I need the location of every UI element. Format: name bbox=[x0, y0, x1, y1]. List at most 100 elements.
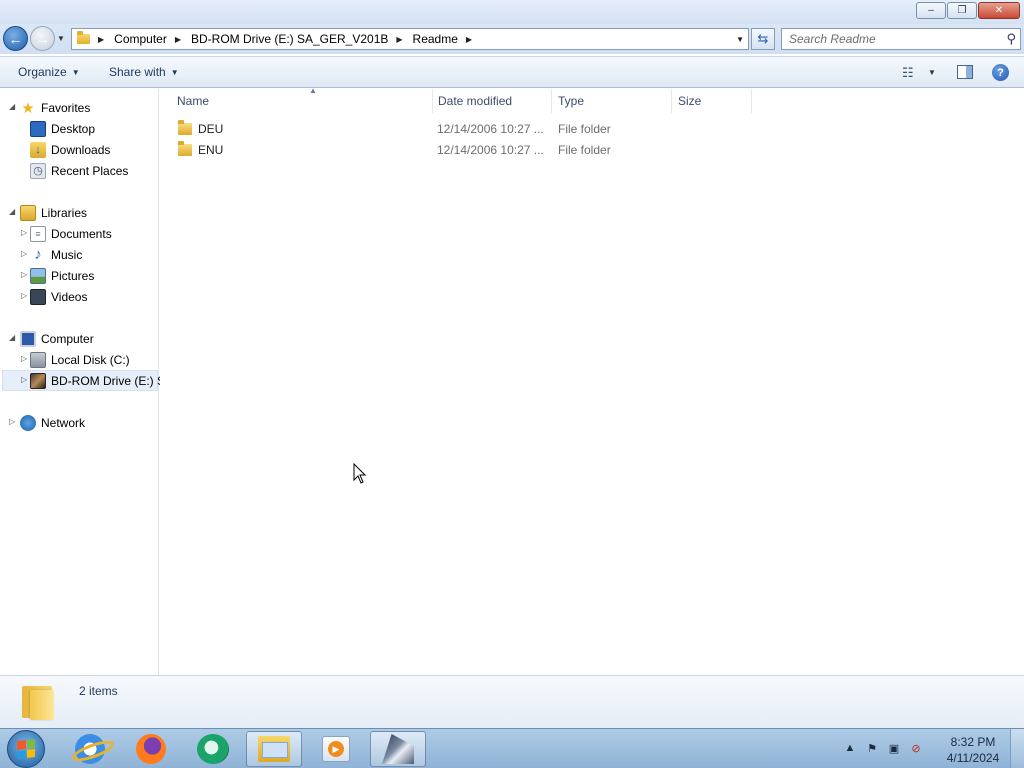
file-row-deu[interactable]: DEU 12/14/2006 10:27 ... File folder bbox=[172, 119, 752, 140]
column-header-date-modified[interactable]: Date modified bbox=[432, 89, 552, 113]
nav-item-recent-places[interactable]: ◷ Recent Places bbox=[30, 160, 128, 181]
breadcrumb-separator[interactable]: ▶ bbox=[462, 35, 478, 44]
running-app-icon bbox=[382, 734, 414, 764]
network-status-icon[interactable]: ▣ bbox=[887, 741, 901, 755]
videos-icon bbox=[30, 288, 46, 305]
breadcrumb-readme[interactable]: Readme bbox=[409, 29, 462, 49]
column-header-type[interactable]: Type bbox=[552, 89, 672, 113]
taskbar-internet-explorer[interactable] bbox=[62, 731, 118, 767]
show-hidden-icons-icon[interactable]: ▲ bbox=[843, 741, 857, 755]
desktop-icon bbox=[30, 120, 46, 137]
file-date-modified: 12/14/2006 10:27 ... bbox=[437, 143, 544, 157]
nav-item-downloads[interactable]: ↓ Downloads bbox=[30, 139, 110, 160]
expand-arrow-icon[interactable]: ▷ bbox=[21, 270, 27, 279]
volume-muted-icon[interactable]: ⊘ bbox=[909, 741, 923, 755]
nav-item-pictures[interactable]: Pictures bbox=[30, 265, 94, 286]
show-desktop-button[interactable] bbox=[1010, 729, 1024, 768]
file-name: DEU bbox=[198, 122, 224, 136]
column-header-name[interactable]: ▲ Name bbox=[171, 86, 433, 113]
view-options-dropdown[interactable]: ▼ bbox=[928, 68, 936, 77]
nav-item-desktop[interactable]: Desktop bbox=[30, 118, 95, 139]
chevron-down-icon: ▼ bbox=[170, 67, 179, 77]
back-arrow-icon: ← bbox=[8, 30, 23, 47]
expand-arrow-icon[interactable]: ▷ bbox=[21, 354, 27, 363]
minimize-button[interactable]: ‒ bbox=[916, 2, 946, 19]
expand-arrow-icon[interactable]: ▷ bbox=[21, 249, 27, 258]
preview-pane-icon[interactable] bbox=[957, 65, 973, 79]
action-center-flag-icon[interactable]: ⚑ bbox=[865, 741, 879, 755]
search-input[interactable] bbox=[782, 29, 992, 49]
recent-pages-dropdown[interactable]: ▼ bbox=[57, 34, 65, 43]
clock-date: 4/11/2024 bbox=[946, 751, 1000, 765]
collapse-arrow-icon[interactable]: ◢ bbox=[9, 207, 15, 216]
pictures-icon bbox=[30, 267, 46, 284]
taskbar-green-app[interactable] bbox=[185, 731, 241, 767]
sort-ascending-icon: ▲ bbox=[309, 86, 317, 95]
nav-network[interactable]: Network bbox=[20, 412, 85, 433]
expand-arrow-icon[interactable]: ▷ bbox=[9, 417, 15, 426]
nav-item-local-disk[interactable]: Local Disk (C:) bbox=[30, 349, 130, 370]
nav-item-documents[interactable]: ≡ Documents bbox=[30, 223, 112, 244]
file-name: ENU bbox=[198, 143, 224, 157]
breadcrumb-separator[interactable]: ▶ bbox=[94, 35, 110, 44]
music-icon: ♪ bbox=[34, 246, 42, 263]
search-box[interactable]: ⚲ bbox=[781, 28, 1021, 50]
nav-item-music[interactable]: ♪ Music bbox=[30, 244, 82, 265]
start-button[interactable] bbox=[7, 730, 45, 768]
breadcrumb-computer[interactable]: Computer bbox=[110, 29, 171, 49]
breadcrumb-bd-rom-drive[interactable]: BD-ROM Drive (E:) SA_GER_V201B bbox=[187, 29, 392, 49]
restore-icon: ❐ bbox=[957, 5, 967, 16]
taskbar-clock[interactable]: 8:32 PM 4/11/2024 bbox=[938, 734, 1008, 766]
firefox-icon bbox=[136, 734, 166, 764]
taskbar: ▶ ▲ ⚑ ▣ ⊘ 8:32 PM 4/11/2024 bbox=[0, 728, 1024, 768]
collapse-arrow-icon[interactable]: ◢ bbox=[9, 333, 15, 342]
nav-item-label: Local Disk (C:) bbox=[51, 352, 130, 367]
nav-item-label: Documents bbox=[51, 226, 112, 241]
clock-time: 8:32 PM bbox=[950, 735, 996, 749]
address-history-dropdown[interactable]: ▼ bbox=[736, 35, 744, 44]
taskbar-media-player[interactable]: ▶ bbox=[308, 731, 364, 767]
expand-arrow-icon[interactable]: ▷ bbox=[21, 228, 27, 237]
back-button[interactable]: ← bbox=[3, 26, 28, 51]
computer-icon bbox=[20, 330, 36, 347]
file-date-modified: 12/14/2006 10:27 ... bbox=[437, 122, 544, 136]
close-button[interactable]: ✕ bbox=[978, 2, 1020, 19]
maximize-button[interactable]: ❐ bbox=[947, 2, 977, 19]
taskbar-windows-explorer[interactable] bbox=[246, 731, 302, 767]
breadcrumb-separator[interactable]: ▶ bbox=[171, 35, 187, 44]
address-folder-icon bbox=[72, 29, 94, 49]
address-bar[interactable]: ▶ Computer ▶ BD-ROM Drive (E:) SA_GER_V2… bbox=[71, 28, 749, 50]
taskbar-running-app[interactable] bbox=[370, 731, 426, 767]
nav-item-label: Recent Places bbox=[51, 163, 129, 178]
nav-computer[interactable]: Computer bbox=[20, 328, 94, 349]
share-with-button[interactable]: Share with ▼ bbox=[109, 65, 179, 79]
nav-item-videos[interactable]: Videos bbox=[30, 286, 87, 307]
nav-item-label: Pictures bbox=[51, 268, 95, 283]
organize-button[interactable]: Organize ▼ bbox=[18, 65, 80, 79]
nav-favorites-label: Favorites bbox=[41, 100, 91, 115]
windows-explorer-icon bbox=[258, 736, 290, 762]
search-icon[interactable]: ⚲ bbox=[1006, 31, 1016, 47]
expand-arrow-icon[interactable]: ▷ bbox=[21, 291, 27, 300]
chevron-down-icon: ▼ bbox=[71, 67, 80, 77]
expand-arrow-icon[interactable]: ▷ bbox=[21, 375, 27, 384]
breadcrumb-separator[interactable]: ▶ bbox=[392, 35, 408, 44]
column-header-size[interactable]: Size bbox=[672, 89, 752, 113]
libraries-icon bbox=[20, 204, 36, 221]
file-row-enu[interactable]: ENU 12/14/2006 10:27 ... File folder bbox=[172, 140, 752, 161]
change-view-icon[interactable]: ☷ bbox=[902, 65, 914, 81]
refresh-button[interactable]: ⇆ bbox=[751, 28, 775, 50]
nav-item-bd-rom-drive[interactable]: BD-ROM Drive (E:) S bbox=[30, 370, 165, 391]
navigation-pane: ◢ ★ Favorites Desktop ↓ Downloads ◷ Rece… bbox=[0, 89, 165, 675]
nav-libraries[interactable]: Libraries bbox=[20, 202, 87, 223]
taskbar-firefox[interactable] bbox=[123, 731, 179, 767]
file-type: File folder bbox=[558, 143, 611, 157]
column-header-label: Type bbox=[558, 94, 585, 108]
forward-button[interactable]: → bbox=[30, 26, 55, 51]
nav-favorites[interactable]: ★ Favorites bbox=[20, 97, 90, 118]
local-disk-icon bbox=[30, 351, 46, 368]
star-icon: ★ bbox=[21, 99, 35, 117]
folder-icon bbox=[178, 141, 192, 156]
help-icon[interactable]: ? bbox=[992, 64, 1009, 81]
collapse-arrow-icon[interactable]: ◢ bbox=[9, 102, 15, 111]
